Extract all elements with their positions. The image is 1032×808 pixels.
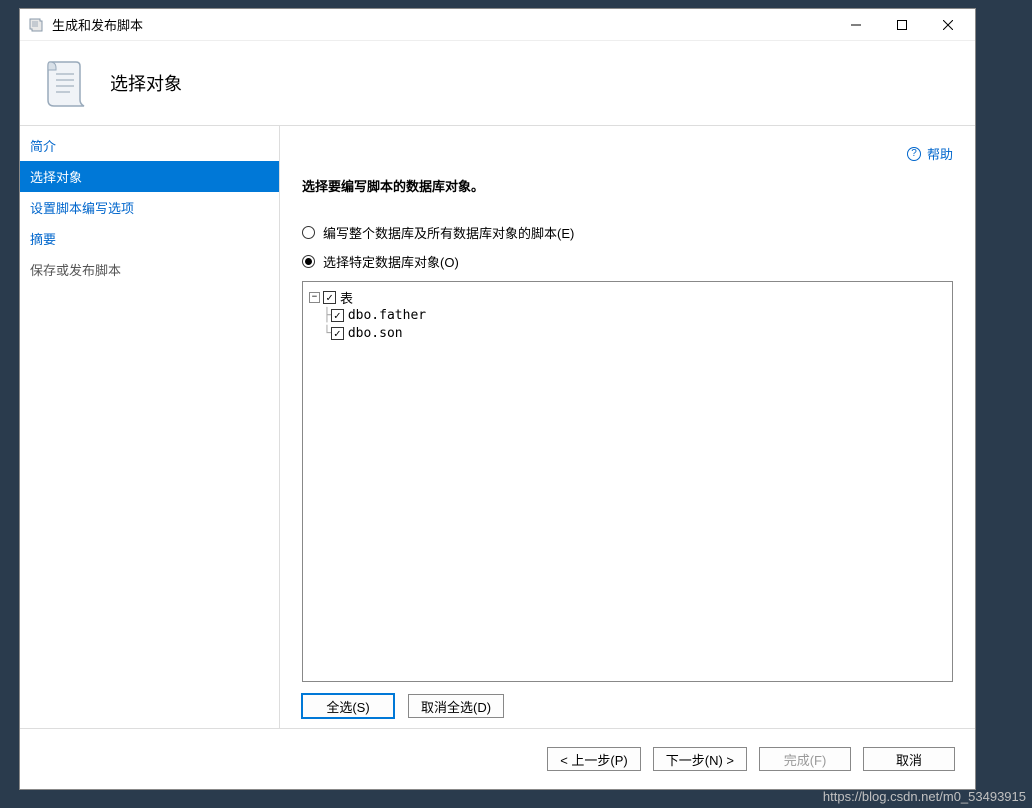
next-button[interactable]: 下一步(N) >: [653, 747, 747, 771]
radio-all-objects[interactable]: 编写整个数据库及所有数据库对象的脚本(E): [302, 223, 953, 242]
tree-item-label: dbo.son: [348, 326, 403, 341]
wizard-body: 简介 选择对象 设置脚本编写选项 摘要 保存或发布脚本 ? 帮助 选择要编写脚本…: [20, 126, 975, 728]
help-label: 帮助: [927, 144, 953, 163]
wizard-header: 选择对象: [20, 41, 975, 126]
sidebar-item-select-objects[interactable]: 选择对象: [20, 161, 279, 192]
sidebar-item-scripting-options[interactable]: 设置脚本编写选项: [20, 192, 279, 223]
minimize-button[interactable]: [833, 10, 879, 40]
watermark: https://blog.csdn.net/m0_53493915: [823, 789, 1026, 804]
collapse-icon[interactable]: −: [309, 292, 320, 303]
tree-connector-icon: └: [323, 326, 331, 341]
wizard-footer: < 上一步(P) 下一步(N) > 完成(F) 取消: [20, 728, 975, 789]
script-icon: [42, 56, 92, 111]
tree-item-label: dbo.father: [348, 308, 426, 323]
radio-all-label: 编写整个数据库及所有数据库对象的脚本(E): [323, 223, 574, 242]
tree-item[interactable]: ├ dbo.father: [323, 306, 946, 324]
tree-item[interactable]: └ dbo.son: [323, 324, 946, 342]
help-icon: ?: [907, 147, 921, 161]
sidebar-item-summary[interactable]: 摘要: [20, 223, 279, 254]
help-link[interactable]: ? 帮助: [907, 144, 953, 163]
sidebar-item-save-publish[interactable]: 保存或发布脚本: [20, 254, 279, 285]
sidebar: 简介 选择对象 设置脚本编写选项 摘要 保存或发布脚本: [20, 126, 280, 728]
window-controls: [833, 10, 971, 40]
radio-icon: [302, 226, 315, 239]
close-button[interactable]: [925, 10, 971, 40]
tree-checkbox[interactable]: [323, 291, 336, 304]
wizard-window: 生成和发布脚本 选择对象 简: [19, 8, 976, 790]
finish-button: 完成(F): [759, 747, 851, 771]
selection-buttons: 全选(S) 取消全选(D): [302, 694, 953, 718]
radio-specific-objects[interactable]: 选择特定数据库对象(O): [302, 252, 953, 271]
tree-checkbox[interactable]: [331, 309, 344, 322]
titlebar: 生成和发布脚本: [20, 9, 975, 41]
select-all-button[interactable]: 全选(S): [302, 694, 394, 718]
tree-checkbox[interactable]: [331, 327, 344, 340]
page-title: 选择对象: [110, 70, 182, 96]
cancel-button[interactable]: 取消: [863, 747, 955, 771]
instruction-text: 选择要编写脚本的数据库对象。: [302, 176, 953, 195]
radio-icon: [302, 255, 315, 268]
app-icon: [28, 17, 44, 33]
tree-connector-icon: ├: [323, 308, 331, 323]
tree-root-label: 表: [340, 288, 353, 307]
sidebar-item-intro[interactable]: 简介: [20, 130, 279, 161]
object-tree[interactable]: − 表 ├ dbo.father └ dbo.son: [302, 281, 953, 682]
window-title: 生成和发布脚本: [52, 15, 833, 34]
tree-root[interactable]: − 表: [309, 288, 946, 306]
radio-specific-label: 选择特定数据库对象(O): [323, 252, 459, 271]
back-button[interactable]: < 上一步(P): [547, 747, 641, 771]
main-content: ? 帮助 选择要编写脚本的数据库对象。 编写整个数据库及所有数据库对象的脚本(E…: [280, 126, 975, 728]
deselect-all-button[interactable]: 取消全选(D): [408, 694, 504, 718]
maximize-button[interactable]: [879, 10, 925, 40]
